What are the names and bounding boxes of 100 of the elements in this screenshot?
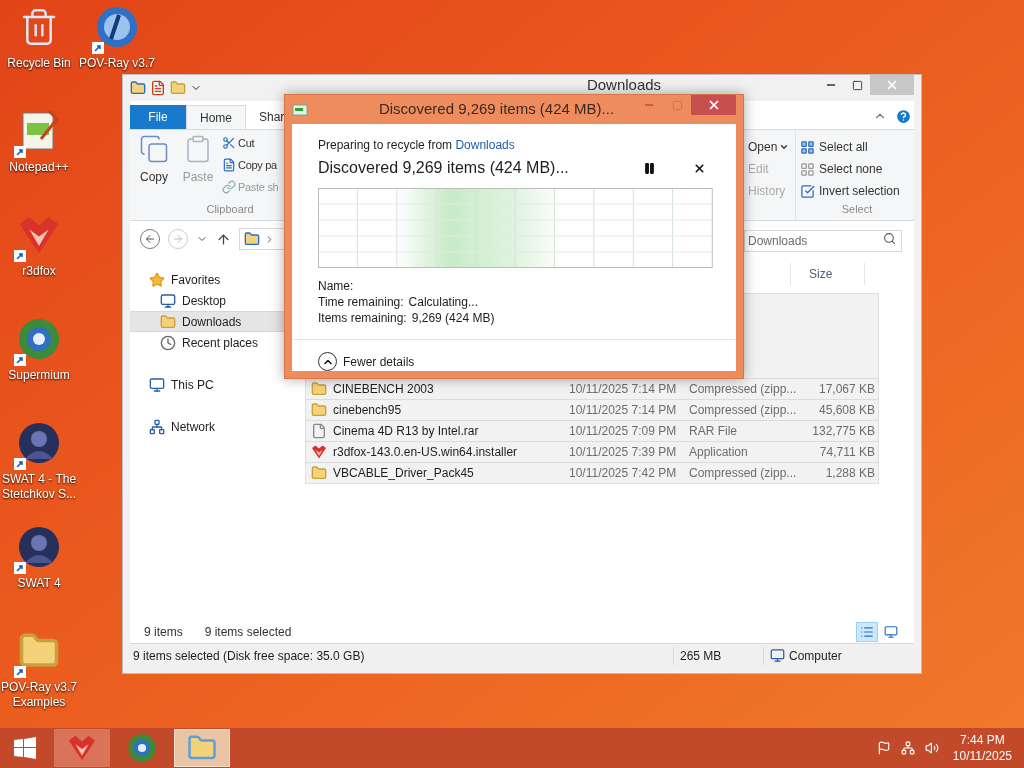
file-name: CINEBENCH 2003 — [333, 381, 434, 398]
taskbar-app[interactable] — [174, 729, 230, 767]
table-cell-text: 74,711 KB — [818, 444, 876, 461]
table-cell-text: 17,067 KB — [817, 381, 876, 398]
ribbon-small-button[interactable]: Copy pa — [222, 156, 279, 174]
pause-icon[interactable] — [643, 161, 656, 175]
status-size: 265 MB — [673, 646, 763, 665]
folder-icon[interactable] — [130, 80, 146, 96]
clock[interactable]: 7:44 PM 10/11/2025 — [952, 732, 1012, 764]
ribbon-button[interactable]: Copy — [134, 134, 174, 201]
ribbon-tab[interactable]: Home — [186, 105, 246, 129]
progress-heading: Discovered 9,269 items (424 MB)... — [318, 158, 570, 178]
status-text: 9 items selected (Disk free space: 35.0 GB) — [132, 647, 366, 665]
game-cover-icon — [17, 421, 61, 465]
nav-item[interactable]: This PC — [130, 374, 290, 395]
table-cell-text: 10/11/2025 7:39 PM — [568, 444, 678, 461]
nav-item[interactable]: Recent places — [130, 332, 290, 353]
fewer-details-button[interactable]: Fewer details — [318, 352, 415, 371]
clock-icon — [160, 334, 176, 351]
close-button[interactable] — [691, 95, 736, 115]
table-cell-text: Compressed (zipp... — [688, 465, 796, 482]
windows-logo-icon — [14, 737, 36, 759]
nav-item[interactable]: Favorites — [130, 269, 290, 290]
ribbon-small-button[interactable]: Cut — [222, 134, 279, 152]
notepad-icon — [19, 109, 59, 153]
shortcut-icon — [222, 180, 236, 194]
file-row[interactable]: VBCABLE_Driver_Pack45 10/11/2025 7:42 PM Compressed (zipp... 1,288 KB — [306, 462, 878, 483]
desktop-icon-label: POV-Ray v3.7 Examples — [0, 680, 78, 710]
item-count: 9 items — [144, 624, 183, 641]
ribbon-group-label: Clipboard — [205, 201, 255, 217]
ribbon-small-button[interactable]: Select none — [800, 160, 914, 178]
table-cell-text: RAR File — [688, 423, 738, 440]
network-icon[interactable] — [900, 741, 915, 755]
volume-icon[interactable] — [924, 741, 939, 755]
table-cell-text: Compressed (zipp... — [688, 402, 796, 419]
ribbon-small-button[interactable]: Open — [748, 138, 795, 156]
desktop-shortcut[interactable]: r3dfox — [0, 208, 78, 312]
desktop-shortcut[interactable]: SWAT 4 - The Stetchkov S... — [0, 416, 78, 520]
maximize-icon — [671, 99, 683, 111]
desktop-shortcut[interactable]: POV-Ray v3.7 — [78, 0, 156, 104]
table-cell-text: 10/11/2025 7:09 PM — [568, 423, 678, 440]
view-button[interactable] — [856, 622, 878, 642]
zip-folder-icon — [311, 465, 327, 481]
table-cell-text: 10/11/2025 7:14 PM — [568, 381, 678, 398]
table-cell-text: Application — [688, 444, 749, 461]
large-icons-view-icon — [884, 625, 898, 639]
new-folder-icon[interactable] — [170, 80, 186, 96]
ribbon-group-label: Select — [840, 201, 874, 217]
dialog-message: Preparing to recycle from Downloads — [318, 137, 516, 154]
star-icon — [149, 271, 165, 288]
help-icon[interactable] — [895, 108, 912, 125]
desktop-shortcut[interactable]: Recycle Bin — [0, 0, 78, 104]
properties-icon[interactable] — [150, 80, 166, 96]
folder-link[interactable]: Downloads — [455, 138, 515, 152]
table-cell-text: 10/11/2025 7:14 PM — [568, 402, 678, 419]
flag-icon[interactable] — [876, 741, 891, 755]
maximize-icon — [851, 79, 863, 91]
copy-path-icon — [222, 158, 236, 172]
zip-folder-icon — [311, 402, 327, 418]
forward-arrow-icon — [172, 233, 184, 245]
file-row[interactable]: cinebench95 10/11/2025 7:14 PM Compressed (zipp... 45,608 KB — [306, 399, 878, 420]
desktop-shortcut[interactable]: Supermium — [0, 312, 78, 416]
ribbon-small-button[interactable]: Invert selection — [800, 182, 914, 200]
detail-label: Items remaining: — [318, 310, 407, 326]
detail-label: Time remaining: — [318, 294, 404, 310]
invert-selection-icon — [800, 183, 815, 199]
detail-value: 9,269 (424 MB) — [411, 310, 495, 326]
network-icon — [149, 418, 165, 435]
file-name: Cinema 4D R13 by Intel.rar — [333, 423, 479, 440]
desktop-icon-label: SWAT 4 — [16, 576, 62, 591]
computer-icon — [770, 648, 785, 663]
desktop-shortcut[interactable]: Notepad++ — [0, 104, 78, 208]
table-cell-text: 1,288 KB — [824, 465, 876, 482]
file-row[interactable]: Cinema 4D R13 by Intel.rar 10/11/2025 7:09 PM RAR File 132,775 KB — [306, 420, 878, 441]
desktop-icon-label: Supermium — [7, 368, 71, 383]
nav-item[interactable]: Network — [130, 416, 290, 437]
desktop-icon-label: POV-Ray v3.7 — [78, 56, 156, 71]
grid-icon — [800, 139, 815, 155]
desktop-shortcut[interactable]: SWAT 4 — [0, 520, 78, 624]
ribbon-small-button[interactable]: Select all — [800, 138, 914, 156]
file-icon — [311, 423, 327, 439]
desktop-icon-label: r3dfox — [21, 264, 57, 279]
column-header[interactable]: Size — [790, 263, 865, 285]
desktop-icon-label: Notepad++ — [8, 160, 70, 175]
cancel-icon[interactable] — [693, 161, 706, 175]
file-name: r3dfox-143.0.en-US.win64.installer — [333, 444, 518, 461]
grid-outline-icon — [800, 161, 815, 177]
copy-icon — [139, 134, 169, 164]
folder-icon — [244, 231, 260, 247]
ribbon-tab[interactable]: File — [130, 105, 186, 129]
recycle-dialog-icon — [292, 102, 308, 117]
fox-logo-icon — [311, 444, 327, 460]
file-row[interactable]: r3dfox-143.0.en-US.win64.installer 10/11/2025 7:39 PM Application 74,711 KB — [306, 441, 878, 462]
ribbon-tab[interactable]: Shar — [246, 105, 298, 129]
search-field[interactable]: Downloads — [744, 230, 902, 252]
nav-item[interactable]: Desktop — [130, 290, 290, 311]
status-location: Computer — [789, 647, 842, 665]
sphere-icon — [95, 5, 139, 49]
monitor-icon — [160, 292, 176, 309]
scissors-icon — [222, 136, 236, 150]
